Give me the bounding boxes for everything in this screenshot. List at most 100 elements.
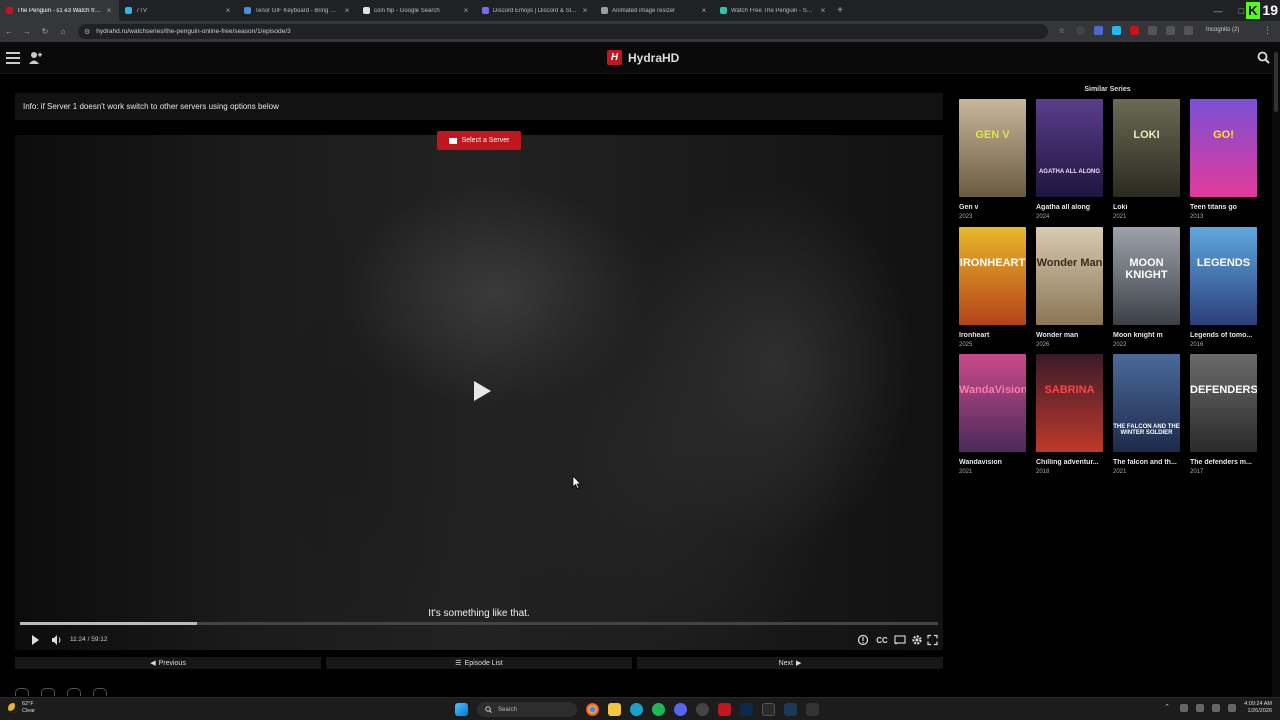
- site-info-icon[interactable]: ⚙: [84, 28, 90, 36]
- photoshop-icon[interactable]: [740, 703, 753, 716]
- similar-series-card[interactable]: WandaVision Wandavision 2021: [959, 354, 1027, 475]
- steam-icon[interactable]: [784, 703, 797, 716]
- search-icon[interactable]: [1257, 51, 1270, 64]
- add-user-icon[interactable]: [28, 51, 42, 65]
- series-poster[interactable]: DEFENDERS: [1190, 354, 1257, 452]
- extensions-puzzle-icon[interactable]: [1148, 26, 1157, 35]
- obs-icon[interactable]: [696, 703, 709, 716]
- heart-icon[interactable]: [41, 688, 55, 696]
- forward-icon[interactable]: →: [18, 27, 36, 36]
- series-title[interactable]: Loki: [1113, 204, 1181, 211]
- series-title[interactable]: Wonder man: [1036, 332, 1104, 339]
- maximize-icon[interactable]: □: [1239, 6, 1244, 16]
- new-tab-button[interactable]: +: [833, 5, 847, 16]
- volume-icon[interactable]: [51, 634, 63, 646]
- downloads-icon[interactable]: [1184, 26, 1193, 35]
- browser-tab[interactable]: coin flip - Google Search ×: [357, 0, 476, 21]
- similar-series-card[interactable]: DEFENDERS The defenders m... 2017: [1190, 354, 1258, 475]
- settings-gear-icon[interactable]: [911, 634, 923, 646]
- close-tab-icon[interactable]: ×: [819, 6, 827, 15]
- similar-series-card[interactable]: THE FALCON AND THE WINTER SOLDIER The fal…: [1113, 354, 1181, 475]
- extension-icon[interactable]: [1130, 26, 1139, 35]
- series-title[interactable]: Teen titans go: [1190, 204, 1258, 211]
- series-title[interactable]: Wandavision: [959, 459, 1027, 466]
- series-title[interactable]: Moon knight m: [1113, 332, 1181, 339]
- close-tab-icon[interactable]: ×: [700, 6, 708, 15]
- similar-series-card[interactable]: MOON KNIGHT Moon knight m 2022: [1113, 227, 1181, 348]
- windows-start-icon[interactable]: [455, 703, 468, 716]
- series-poster[interactable]: GEN V: [959, 99, 1026, 197]
- similar-series-card[interactable]: AGATHA ALL ALONG Agatha all along 2024: [1036, 99, 1104, 220]
- series-title[interactable]: Agatha all along: [1036, 204, 1104, 211]
- page-scrollbar[interactable]: [1272, 42, 1280, 697]
- series-poster[interactable]: THE FALCON AND THE WINTER SOLDIER: [1113, 354, 1180, 452]
- browser-tab[interactable]: Discord Emojis | Discord & Slack ×: [476, 0, 595, 21]
- similar-series-card[interactable]: GEN V Gen v 2023: [959, 99, 1027, 220]
- series-poster[interactable]: GO!: [1190, 99, 1257, 197]
- series-title[interactable]: The falcon and th...: [1113, 459, 1181, 466]
- similar-series-card[interactable]: IRONHEART Ironheart 2025: [959, 227, 1027, 348]
- series-poster[interactable]: SABRINA: [1036, 354, 1103, 452]
- info-icon[interactable]: [857, 634, 869, 646]
- browser-tab[interactable]: Animated image resizer ×: [595, 0, 714, 21]
- series-poster[interactable]: MOON KNIGHT: [1113, 227, 1180, 325]
- play-icon[interactable]: [472, 380, 492, 402]
- xbox-icon[interactable]: [806, 703, 819, 716]
- bookmark-star-icon[interactable]: ☆: [1058, 26, 1067, 35]
- scrollbar-thumb[interactable]: [1274, 52, 1278, 112]
- minimize-icon[interactable]: —: [1214, 6, 1223, 16]
- browser-tab[interactable]: Watch Free The Penguin - Season ×: [714, 0, 833, 21]
- menu-icon[interactable]: [6, 52, 20, 64]
- play-button-icon[interactable]: [30, 634, 40, 646]
- browser-tab[interactable]: The Penguin - s1 e3 Watch free ×: [0, 0, 119, 21]
- extension-icon[interactable]: [1076, 26, 1085, 35]
- episode-list-button[interactable]: ☰ Episode List: [326, 657, 632, 669]
- tray-chevron-icon[interactable]: ⌃: [1164, 704, 1172, 712]
- send-icon[interactable]: [93, 688, 107, 696]
- close-tab-icon[interactable]: ×: [224, 6, 232, 15]
- site-brand[interactable]: H HydraHD: [607, 50, 679, 65]
- seek-bar[interactable]: [20, 622, 938, 625]
- series-title[interactable]: Ironheart: [959, 332, 1027, 339]
- volume-icon[interactable]: [1212, 704, 1221, 712]
- sidebar-icon[interactable]: [1166, 26, 1175, 35]
- select-server-button[interactable]: Select a Server: [437, 131, 521, 150]
- edge-icon[interactable]: [630, 703, 643, 716]
- series-poster[interactable]: AGATHA ALL ALONG: [1036, 99, 1103, 197]
- series-poster[interactable]: WandaVision: [959, 354, 1026, 452]
- series-title[interactable]: Legends of tomo...: [1190, 332, 1258, 339]
- extension-icon[interactable]: [1094, 26, 1103, 35]
- browser-tab[interactable]: Tenor GIF Keyboard - Bring Personality ×: [238, 0, 357, 21]
- extension-icon[interactable]: [1112, 26, 1121, 35]
- fullscreen-icon[interactable]: [927, 634, 938, 646]
- close-tab-icon[interactable]: ×: [462, 6, 470, 15]
- reload-icon[interactable]: ↻: [36, 27, 54, 36]
- next-episode-button[interactable]: Next ▶: [637, 657, 943, 669]
- battery-icon[interactable]: [1228, 704, 1237, 712]
- discord-icon[interactable]: [674, 703, 687, 716]
- series-poster[interactable]: Wonder Man: [1036, 227, 1103, 325]
- series-title[interactable]: The defenders m...: [1190, 459, 1258, 466]
- similar-series-card[interactable]: SABRINA Chilling adventur... 2018: [1036, 354, 1104, 475]
- similar-series-card[interactable]: LOKI Loki 2021: [1113, 99, 1181, 220]
- chrome-icon[interactable]: [586, 703, 599, 716]
- file-explorer-icon[interactable]: [608, 703, 621, 716]
- similar-series-card[interactable]: LEGENDS Legends of tomo... 2016: [1190, 227, 1258, 348]
- series-poster[interactable]: LOKI: [1113, 99, 1180, 197]
- close-tab-icon[interactable]: ×: [581, 6, 589, 15]
- network-icon[interactable]: [1196, 704, 1205, 712]
- captions-button[interactable]: CC: [875, 634, 889, 646]
- series-poster[interactable]: LEGENDS: [1190, 227, 1257, 325]
- address-bar[interactable]: ⚙ hydrahd.ru/watchseries/the-penguin-onl…: [78, 24, 1048, 39]
- taskbar-search[interactable]: Search: [477, 702, 577, 717]
- series-title[interactable]: Gen v: [959, 204, 1027, 211]
- browser-tab[interactable]: 7TV ×: [119, 0, 238, 21]
- similar-series-card[interactable]: GO! Teen titans go 2013: [1190, 99, 1258, 220]
- previous-episode-button[interactable]: ◀ Previous: [15, 657, 321, 669]
- incognito-indicator[interactable]: Incognito (2): [1206, 27, 1239, 33]
- series-poster[interactable]: IRONHEART: [959, 227, 1026, 325]
- mic-icon[interactable]: [1180, 704, 1189, 712]
- system-clock[interactable]: 4:09:24 AM 1/26/2026: [1244, 701, 1272, 715]
- close-tab-icon[interactable]: ×: [343, 6, 351, 15]
- home-icon[interactable]: ⌂: [54, 27, 72, 36]
